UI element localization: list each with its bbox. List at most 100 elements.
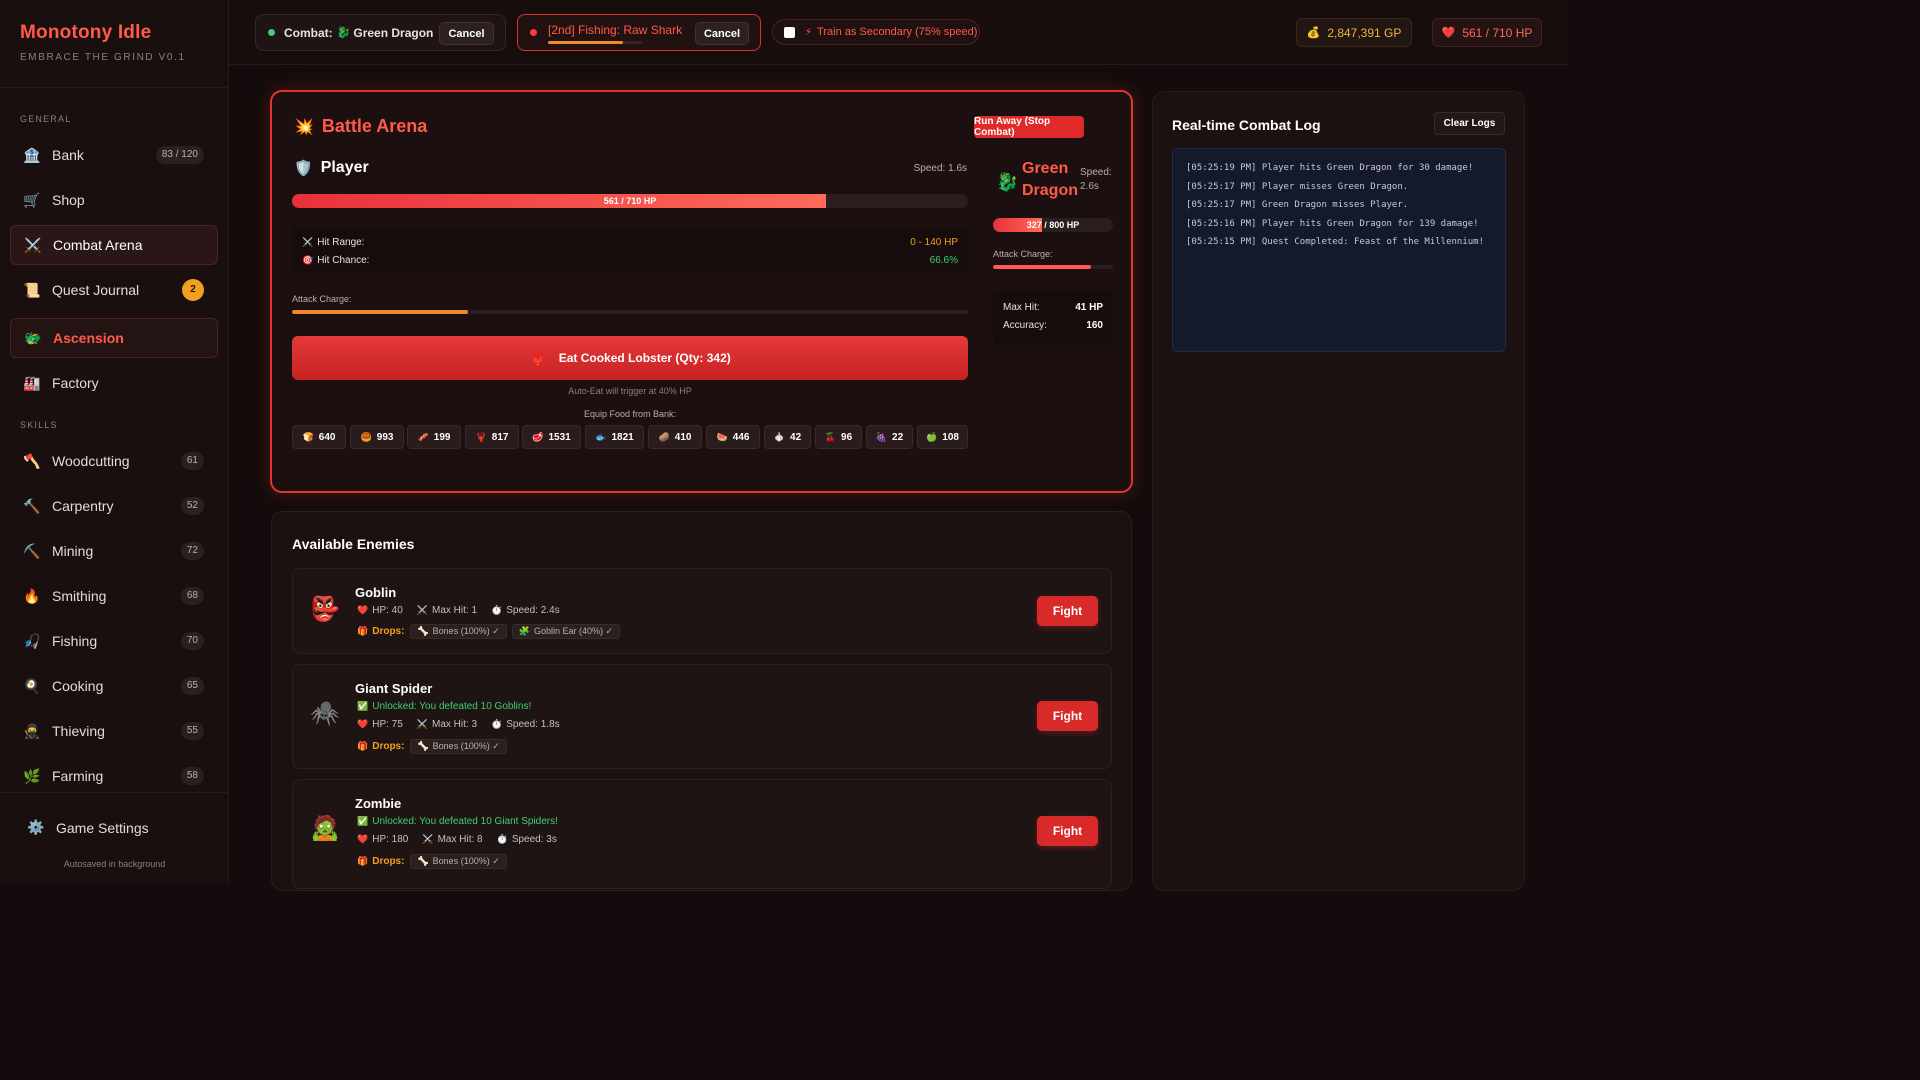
enemy-max-hit: Max Hit: 8 bbox=[437, 834, 483, 845]
enemy-charge-fill bbox=[993, 265, 1092, 269]
player-speed: Speed: 1.6s bbox=[913, 163, 967, 174]
watermelon-icon: 🍉 bbox=[716, 431, 728, 442]
food-qty: 1821 bbox=[611, 431, 634, 443]
enemy-card-name: Giant Spider bbox=[355, 681, 433, 696]
skill-level-badge: 61 bbox=[180, 452, 204, 470]
train-secondary-checkbox[interactable] bbox=[784, 26, 795, 38]
skill-level-badge: 68 bbox=[180, 587, 204, 605]
cake-icon: 🥮 bbox=[360, 431, 372, 442]
food-chip[interactable]: 🍇 22 bbox=[866, 425, 913, 449]
fight-button[interactable]: Fight bbox=[1037, 816, 1098, 846]
sidebar-item-mining[interactable]: ⛏️ Mining 72 bbox=[10, 531, 218, 571]
ninja-icon: 🥷 bbox=[23, 722, 41, 739]
skill-level-badge: 70 bbox=[180, 632, 204, 650]
money-bag-icon: 💰 bbox=[1306, 27, 1321, 39]
enemy-speed: Speed: 3s bbox=[511, 834, 557, 845]
sidebar-item-quest-journal[interactable]: 📜 Quest Journal 2 bbox=[10, 270, 218, 310]
drop-pill: 🧩 Goblin Ear (40%) ✓ bbox=[511, 624, 621, 639]
enemy-speed: Speed: 2.6s bbox=[1080, 167, 1112, 192]
food-chip[interactable]: 🥩 1531 bbox=[522, 425, 581, 449]
fight-button[interactable]: Fight bbox=[1037, 701, 1098, 731]
cancel-fishing-button[interactable]: Cancel bbox=[695, 22, 749, 45]
train-secondary-toggle[interactable]: ⚡ Train as Secondary (75% speed) bbox=[772, 19, 980, 45]
enemy-charge-bar bbox=[993, 265, 1113, 269]
sidebar-item-bank[interactable]: 🏦 Bank 83 / 120 bbox=[10, 135, 218, 175]
food-chip[interactable]: 🦞 817 bbox=[465, 425, 519, 449]
active-combat-chip: Combat: 🐉 Green Dragon Cancel bbox=[255, 14, 506, 51]
sidebar-item-thieving[interactable]: 🥷 Thieving 55 bbox=[10, 711, 218, 751]
food-chip[interactable]: 🥔 410 bbox=[648, 425, 702, 449]
clear-logs-button[interactable]: Clear Logs bbox=[1434, 112, 1505, 135]
checkmark-icon: ✅ bbox=[357, 816, 369, 826]
sidebar-item-farming[interactable]: 🌿 Farming 58 bbox=[10, 756, 218, 796]
food-chip[interactable]: 🍒 96 bbox=[815, 425, 862, 449]
combat-prefix: Combat: bbox=[284, 25, 333, 40]
food-qty: 1531 bbox=[548, 431, 571, 443]
eat-food-button[interactable]: 🦞 Eat Cooked Lobster (Qty: 342) bbox=[292, 336, 968, 380]
sidebar-item-smithing[interactable]: 🔥 Smithing 68 bbox=[10, 576, 218, 616]
enemy-hp: HP: 40 bbox=[372, 605, 403, 616]
food-chip[interactable]: 🧄 42 bbox=[764, 425, 811, 449]
sidebar-item-carpentry[interactable]: 🔨 Carpentry 52 bbox=[10, 486, 218, 526]
cart-icon: 🛒 bbox=[23, 191, 41, 208]
heart-icon: ❤️ bbox=[357, 834, 369, 844]
game-settings-button[interactable]: ⚙️ Game Settings bbox=[26, 819, 148, 836]
food-chip[interactable]: 🍉 446 bbox=[706, 425, 760, 449]
sidebar-item-label: Factory bbox=[52, 375, 99, 391]
sidebar-item-combat-arena[interactable]: ⚔️ Combat Arena bbox=[10, 225, 218, 265]
explosion-icon: 💥 bbox=[294, 118, 314, 136]
combat-log-box[interactable]: [05:25:19 PM] Player hits Green Dragon f… bbox=[1172, 148, 1506, 352]
enemy-max-hit: Max Hit: 3 bbox=[432, 719, 478, 730]
sidebar-item-ascension[interactable]: 🐲 Ascension bbox=[10, 318, 218, 358]
accuracy-value: 160 bbox=[1086, 320, 1103, 331]
fish-icon: 🐟 bbox=[595, 431, 607, 442]
run-away-button[interactable]: Run Away (Stop Combat) bbox=[974, 116, 1084, 138]
lobster-icon: 🦞 bbox=[475, 431, 487, 442]
enemy-charge-label: Attack Charge: bbox=[993, 249, 1053, 259]
bank-icon: 🏦 bbox=[23, 146, 41, 163]
drop-text: Bones (100%) ✓ bbox=[432, 626, 500, 636]
food-chip[interactable]: 🥓 199 bbox=[407, 425, 461, 449]
bread-icon: 🍞 bbox=[302, 431, 314, 442]
combat-log-title: Real-time Combat Log bbox=[1172, 117, 1321, 133]
fishing-progress-fill bbox=[548, 41, 624, 44]
enemy-hp-bar: 327 / 800 HP bbox=[993, 218, 1113, 232]
food-chip[interactable]: 🍏 108 bbox=[917, 425, 968, 449]
enemy-speed: Speed: 1.8s bbox=[506, 719, 560, 730]
stopwatch-icon: ⏱️ bbox=[491, 605, 503, 615]
sidebar-item-cooking[interactable]: 🍳 Cooking 65 bbox=[10, 666, 218, 706]
sidebar-item-label: Shop bbox=[52, 192, 85, 208]
gift-icon: 🎁 bbox=[357, 626, 369, 636]
sidebar-item-label: Farming bbox=[52, 768, 104, 784]
enemy-card-drops: 🎁 Drops: 🦴 Bones (100%) ✓ bbox=[357, 854, 512, 869]
enemy-card-stats: ❤️ HP: 180 ⚔️ Max Hit: 8 ⏱️ Speed: 3s bbox=[357, 834, 571, 845]
bone-icon: 🦴 bbox=[417, 856, 429, 866]
sidebar-item-label: Quest Journal bbox=[52, 282, 140, 298]
heart-icon: ❤️ bbox=[357, 605, 369, 615]
brand: Monotony Idle EMBRACE THE GRIND V0.1 bbox=[20, 22, 186, 63]
swords-icon: ⚔️ bbox=[416, 605, 429, 615]
log-line: [05:25:16 PM] Player hits Green Dragon f… bbox=[1186, 218, 1479, 229]
food-qty: 446 bbox=[732, 431, 750, 443]
sidebar-item-factory[interactable]: 🏭 Factory bbox=[10, 363, 218, 403]
food-qty: 410 bbox=[674, 431, 692, 443]
sidebar-item-shop[interactable]: 🛒 Shop bbox=[10, 180, 218, 220]
eat-food-label: Eat Cooked Lobster (Qty: 342) bbox=[558, 351, 731, 365]
swords-icon: ⚔️ bbox=[302, 236, 314, 247]
fight-button[interactable]: Fight bbox=[1037, 596, 1098, 626]
food-qty: 108 bbox=[942, 431, 959, 443]
hit-range-label: Hit Range: bbox=[317, 236, 365, 248]
shield-icon: 🛡️ bbox=[294, 160, 313, 177]
food-chip[interactable]: 🥮 993 bbox=[350, 425, 404, 449]
train-secondary-label: Train as Secondary (75% speed) bbox=[817, 26, 978, 38]
sidebar-item-fishing[interactable]: 🎣 Fishing 70 bbox=[10, 621, 218, 661]
sidebar-item-woodcutting[interactable]: 🪓 Woodcutting 61 bbox=[10, 441, 218, 481]
food-chip[interactable]: 🐟 1821 bbox=[585, 425, 644, 449]
factory-icon: 🏭 bbox=[23, 374, 41, 391]
combat-log-panel: Real-time Combat Log Clear Logs [05:25:1… bbox=[1152, 91, 1525, 891]
cancel-combat-button[interactable]: Cancel bbox=[439, 22, 494, 45]
lobster-icon: 🦞 bbox=[529, 349, 547, 366]
food-qty: 42 bbox=[790, 431, 802, 443]
drop-pill: 🦴 Bones (100%) ✓ bbox=[410, 854, 507, 869]
food-chip[interactable]: 🍞 640 bbox=[292, 425, 346, 449]
